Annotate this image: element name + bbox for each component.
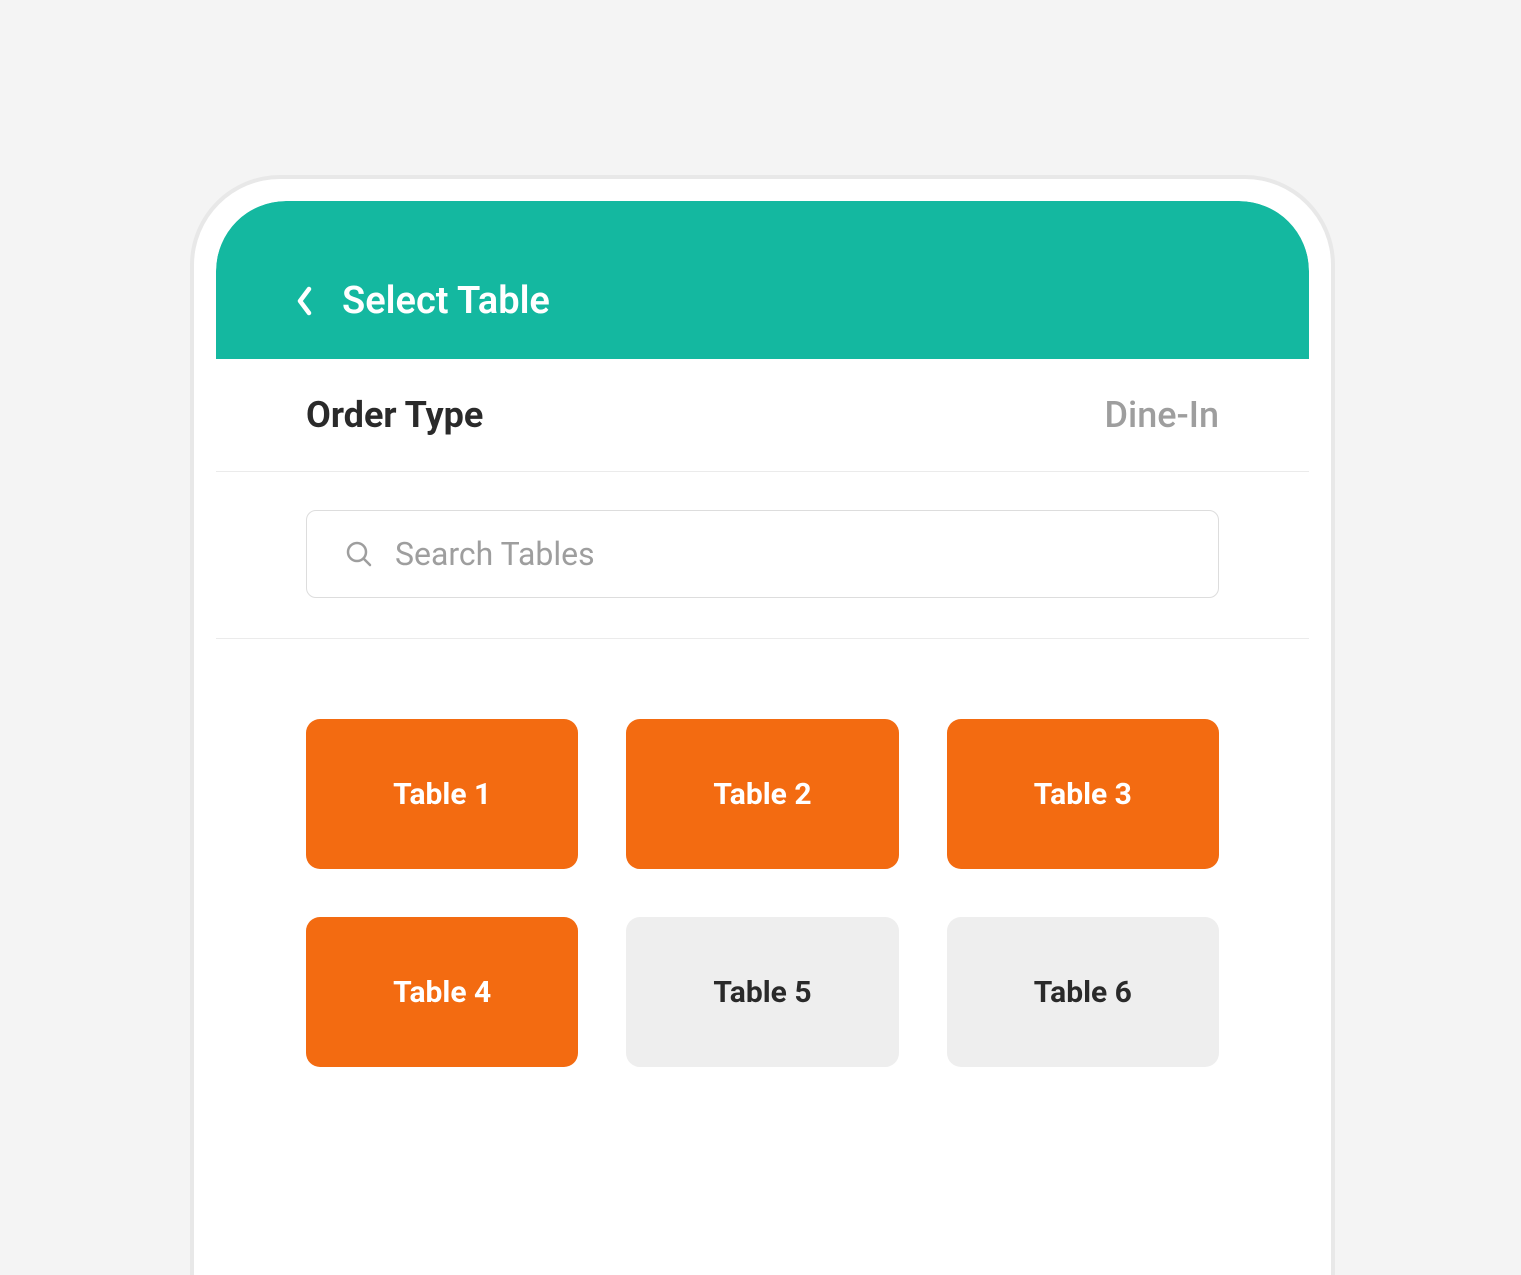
header-bar: Select Table [216, 201, 1309, 359]
order-type-value: Dine-In [1105, 394, 1219, 436]
table-button-1[interactable]: Table 1 [306, 719, 578, 869]
table-button-6[interactable]: Table 6 [947, 917, 1219, 1067]
order-type-row[interactable]: Order Type Dine-In [216, 359, 1309, 472]
search-section [216, 472, 1309, 639]
search-icon [345, 540, 373, 568]
table-button-5[interactable]: Table 5 [626, 917, 898, 1067]
table-button-3[interactable]: Table 3 [947, 719, 1219, 869]
table-button-2[interactable]: Table 2 [626, 719, 898, 869]
tables-grid: Table 1 Table 2 Table 3 Table 4 Table 5 … [216, 639, 1309, 1067]
back-icon[interactable] [296, 286, 314, 316]
order-type-label: Order Type [306, 394, 483, 436]
device-screen: Select Table Order Type Dine-In Table 1 … [216, 201, 1309, 1275]
search-input[interactable] [395, 535, 1188, 573]
search-box[interactable] [306, 510, 1219, 598]
table-button-4[interactable]: Table 4 [306, 917, 578, 1067]
page-title: Select Table [342, 279, 550, 323]
device-frame: Select Table Order Type Dine-In Table 1 … [190, 175, 1335, 1275]
